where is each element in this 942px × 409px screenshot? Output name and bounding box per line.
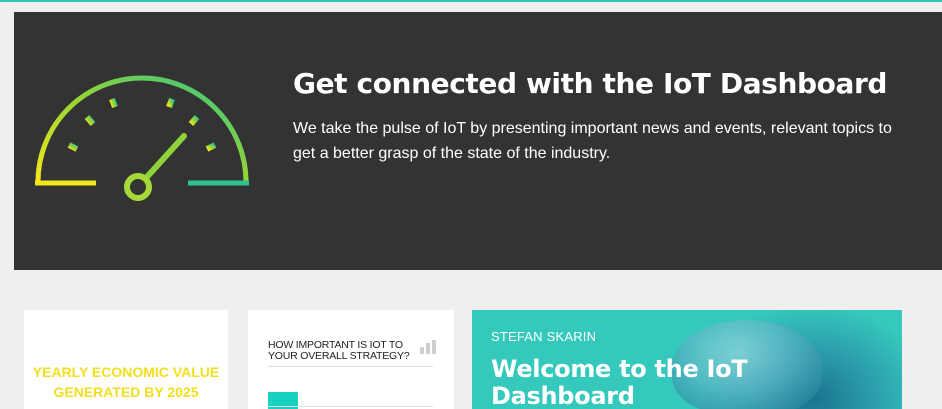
hero-banner: Get connected with the IoT Dashboard We … — [14, 12, 942, 270]
poll-baseline — [268, 406, 433, 407]
article-title[interactable]: Welcome to the IoT Dashboard — [491, 356, 771, 409]
welcome-article-card[interactable]: STEFAN SKARIN Welcome to the IoT Dashboa… — [472, 310, 902, 409]
bar-chart-icon — [420, 340, 436, 354]
hero-title: Get connected with the IoT Dashboard — [293, 67, 888, 100]
poll-question: How important is IoT to your overall str… — [268, 339, 410, 362]
speedometer-gauge-icon — [35, 75, 249, 201]
economic-value-label: YEARLY ECONOMIC VALUE GENERATED BY 2025 — [32, 364, 220, 400]
economic-value-card[interactable]: YEARLY ECONOMIC VALUE GENERATED BY 2025 — [24, 310, 228, 409]
hero-description: We take the pulse of IoT by presenting i… — [293, 120, 892, 162]
article-author[interactable]: STEFAN SKARIN — [491, 329, 596, 344]
poll-divider — [268, 366, 433, 367]
top-accent-rule — [0, 0, 942, 2]
strategy-poll-card[interactable]: How important is IoT to your overall str… — [248, 310, 454, 409]
